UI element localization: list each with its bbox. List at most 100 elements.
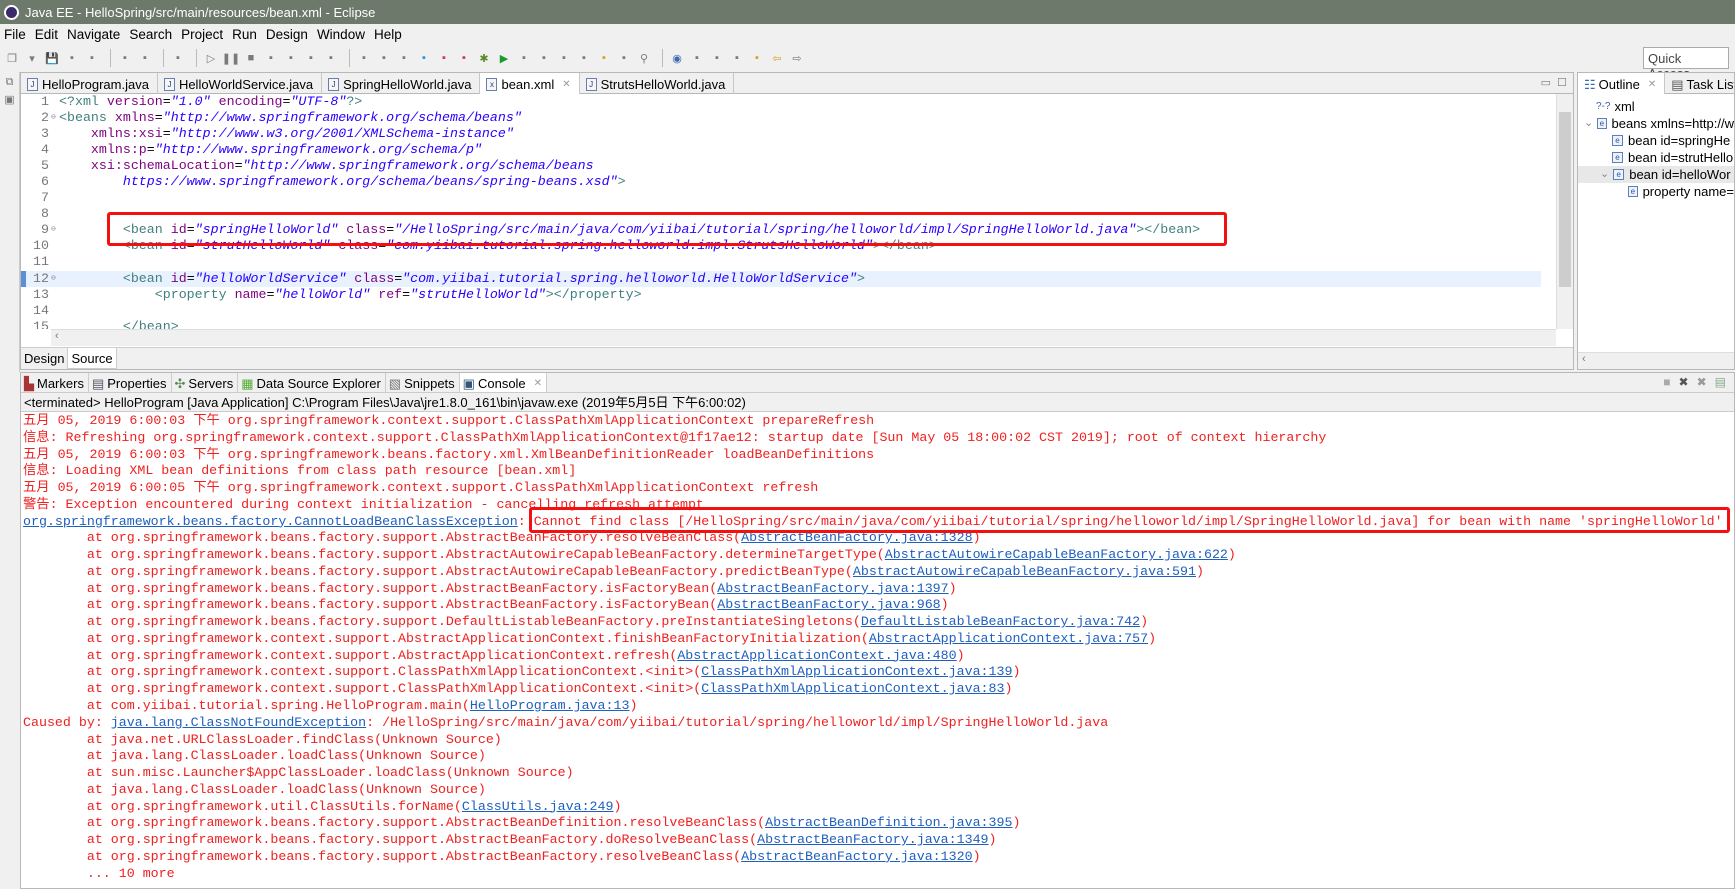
editor-vertical-scrollbar[interactable] [1556,94,1573,329]
tab-snippets[interactable]: ▧ Snippets [386,373,460,392]
outline-item[interactable]: e bean id=strutHello [1578,149,1734,166]
quick-access-input[interactable]: Quick Access [1643,47,1729,81]
annotation-icon[interactable]: ▪ [689,50,705,66]
drop-to-frame-icon[interactable]: ▪ [356,50,372,66]
save-icon[interactable]: 💾 [44,50,60,66]
server-icon[interactable]: ▪ [396,50,412,66]
tab-helloworldservice-java[interactable]: J HelloWorldService.java [158,73,323,94]
stacktrace-link[interactable]: AbstractBeanFactory.java:968 [717,597,940,612]
menu-design[interactable]: Design [266,27,308,42]
search-icon[interactable]: ⚲ [636,50,652,66]
clear-console-icon[interactable]: ▤ [1715,375,1726,389]
restore-icon[interactable]: ⧉ [0,76,19,89]
tab-servers[interactable]: ✣ Servers [172,373,239,392]
suspend-icon[interactable]: ❚❚ [222,50,240,66]
fold-icon[interactable]: ⊖ [51,110,59,126]
restart-server-icon[interactable]: ▪ [456,50,472,66]
menu-run[interactable]: Run [232,27,257,42]
console-output[interactable]: 五月 05, 2019 6:00:03 下午 org.springframewo… [21,413,1734,882]
scroll-thumb[interactable] [1559,112,1571,287]
stacktrace-link[interactable]: AbstractBeanFactory.java:1349 [757,832,988,847]
open-file-icon[interactable]: ▪ [616,50,632,66]
stacktrace-link[interactable]: AbstractAutowireCapableBeanFactory.java:… [885,547,1228,562]
menu-project[interactable]: Project [181,27,223,42]
stacktrace-link[interactable]: AbstractBeanDefinition.java:395 [765,815,1012,830]
tab-data-source-explorer[interactable]: ▦ Data Source Explorer [238,373,386,392]
menu-edit[interactable]: Edit [35,27,58,42]
stacktrace-link[interactable]: AbstractApplicationContext.java:480 [677,648,956,663]
publish-icon[interactable]: ▪ [416,50,432,66]
tab-properties[interactable]: ▤ Properties [89,373,172,392]
menu-search[interactable]: Search [129,27,172,42]
stacktrace-link[interactable]: org.springframework.beans.factory.Cannot… [23,514,518,529]
tab-bean-xml[interactable]: x bean.xml ✕ [480,73,580,94]
tab-design[interactable]: Design [21,348,67,369]
close-icon[interactable]: ✕ [562,79,570,90]
terminate-icon[interactable]: ■ [1663,375,1670,389]
fold-icon[interactable]: ⊖ [51,271,59,287]
stacktrace-link[interactable]: DefaultListableBeanFactory.java:742 [861,614,1140,629]
prev-annotation-icon[interactable]: ▪ [729,50,745,66]
save-all-icon[interactable]: ▪ [64,50,80,66]
outline-item[interactable]: e bean id=springHe [1578,132,1734,149]
tab-strutshelloworld-java[interactable]: J StrutsHelloWorld.java [580,73,735,94]
outline-item[interactable]: e property name= [1578,183,1734,200]
resume-icon[interactable]: ▷ [203,50,219,66]
run-icon[interactable]: ▶ [496,50,512,66]
menu-file[interactable]: File [4,27,26,42]
new-web-service-icon[interactable]: ▪ [576,50,592,66]
open-folder-icon[interactable]: ▪ [596,50,612,66]
project-explorer-icon[interactable]: ▣ [0,93,19,106]
chevron-down-icon[interactable]: ⌄ [1600,166,1609,183]
external-tools-icon[interactable]: ▪ [536,50,552,66]
last-edit-icon[interactable]: ▪ [749,50,765,66]
outline-item[interactable]: ?-? xml [1578,98,1734,115]
terminate-icon[interactable]: ■ [243,50,259,66]
tab-console[interactable]: ▣ Console ✕ [459,373,548,392]
open-task-icon[interactable]: ▪ [137,50,153,66]
menu-help[interactable]: Help [374,27,402,42]
tab-source[interactable]: Source [67,348,117,369]
fold-icon[interactable]: ⊖ [51,222,59,238]
globe-icon[interactable]: ◉ [669,50,685,66]
new-icon[interactable]: ❐ [4,50,20,66]
stacktrace-link[interactable]: java.lang.ClassNotFoundException [111,715,366,730]
step-return-icon[interactable]: ▪ [323,50,339,66]
tab-task-list[interactable]: ▤ Task List [1665,73,1734,94]
open-type-icon[interactable]: ▪ [117,50,133,66]
editor-horizontal-scrollbar[interactable]: ‹ [51,329,1556,346]
stacktrace-link[interactable]: ClassPathXmlApplicationContext.java:139 [701,664,1012,679]
outline-horizontal-scrollbar[interactable]: ‹ [1578,352,1734,369]
debug-icon[interactable]: ✱ [476,50,492,66]
stacktrace-link[interactable]: ClassPathXmlApplicationContext.java:83 [701,681,1004,696]
menu-window[interactable]: Window [317,27,365,42]
minimize-icon[interactable]: ▭ [1541,77,1551,89]
outline-item[interactable]: ⌄ e bean id=helloWor [1578,166,1734,183]
remove-launch-icon[interactable]: ✖ [1679,375,1689,389]
maximize-icon[interactable]: ☐ [1557,77,1567,89]
remove-all-terminated-icon[interactable]: ✖ [1697,375,1707,389]
use-step-filters-icon[interactable]: ▪ [376,50,392,66]
dropdown-icon[interactable]: ▾ [24,50,40,66]
step-into-icon[interactable]: ▪ [283,50,299,66]
tab-springhelloworld-java[interactable]: J SpringHelloWorld.java [322,73,481,94]
coverage-icon[interactable]: ▪ [516,50,532,66]
outline-item[interactable]: ⌄ e beans xmlns=http://w [1578,115,1734,132]
stop-server-icon[interactable]: ▪ [436,50,452,66]
new-server-icon[interactable]: ▪ [556,50,572,66]
tab-outline[interactable]: ☷ Outline ✕ [1578,73,1666,94]
close-icon[interactable]: ✕ [1648,79,1656,90]
stacktrace-link[interactable]: AbstractBeanFactory.java:1320 [741,849,972,864]
next-annotation-icon[interactable]: ▪ [709,50,725,66]
stacktrace-link[interactable]: HelloProgram.java:13 [470,698,630,713]
print-icon[interactable]: ▪ [84,50,100,66]
menu-navigate[interactable]: Navigate [67,27,120,42]
tab-markers[interactable]: ▙ Markers [21,373,89,392]
stacktrace-link[interactable]: ClassUtils.java:249 [462,799,614,814]
stacktrace-link[interactable]: AbstractAutowireCapableBeanFactory.java:… [853,564,1196,579]
tab-helloprogram-java[interactable]: J HelloProgram.java [21,73,158,94]
forward-icon[interactable]: ⇨ [789,50,805,66]
step-over-icon[interactable]: ▪ [303,50,319,66]
chevron-down-icon[interactable]: ⌄ [1584,115,1593,132]
back-icon[interactable]: ⇦ [769,50,785,66]
